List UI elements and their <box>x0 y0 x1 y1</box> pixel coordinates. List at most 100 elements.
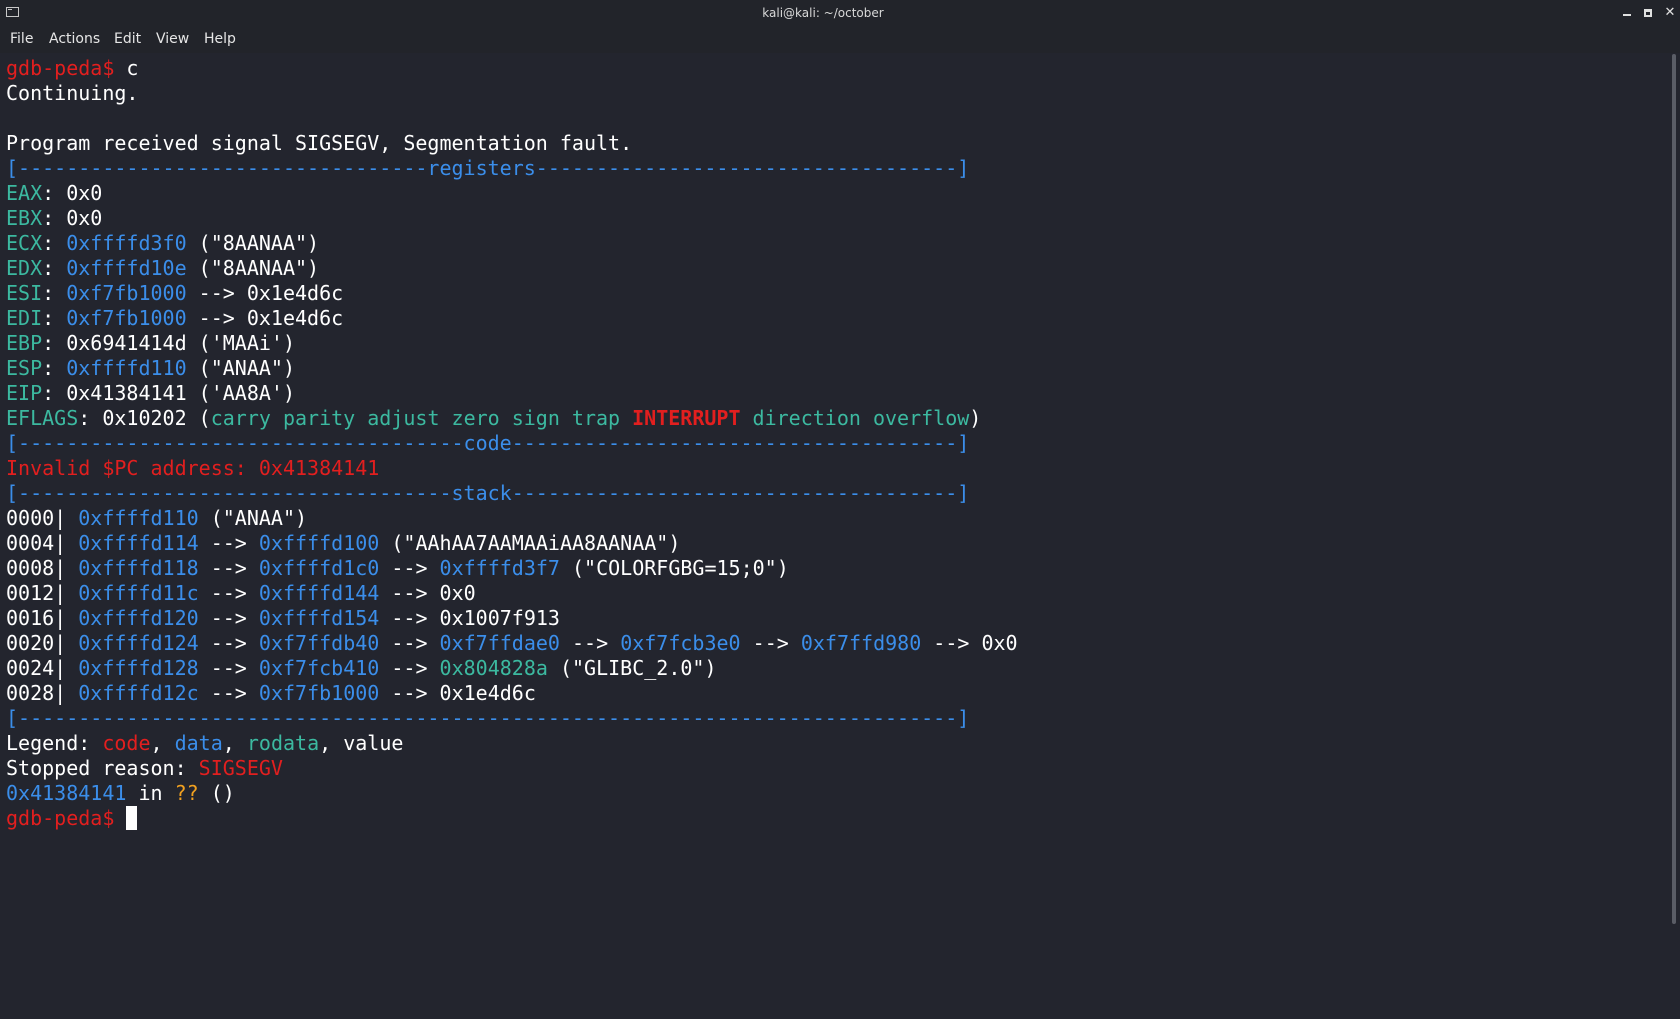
stack-addr-rodata: 0x804828a <box>439 656 548 680</box>
stack-row: 0020| 0xffffd124 --> 0xf7ffdb40 --> 0xf7… <box>6 631 1018 656</box>
maximize-icon <box>1644 9 1652 17</box>
stack-row: 0000| 0xffffd110 ("ANAA") <box>6 506 307 531</box>
stack-addr: 0xffffd100 <box>258 531 380 555</box>
register-eax: EAX: 0x0 <box>6 181 102 206</box>
command: c <box>114 56 139 80</box>
stack-arrow: --> <box>198 606 259 630</box>
stack-tail: ("GLIBC_2.0") <box>547 656 717 680</box>
register-sep: : <box>42 306 67 330</box>
register-ebx: EBX: 0x0 <box>6 206 102 231</box>
register-name: EAX <box>6 181 43 205</box>
register-sep: : <box>42 231 67 255</box>
register-value: --> 0x1e4d6c <box>186 281 344 305</box>
register-name: EIP <box>6 381 43 405</box>
stack-addr: 0xffffd124 <box>78 631 199 655</box>
menu-edit[interactable]: Edit <box>114 31 141 47</box>
register-edx: EDX: 0xffffd10e ("8AANAA") <box>6 256 319 281</box>
legend-label: Legend: <box>6 731 103 755</box>
menu-help[interactable]: Help <box>204 31 236 47</box>
legend-comma: , <box>222 731 247 755</box>
separator-end: [---------------------------------------… <box>6 706 970 730</box>
stack-offset: 0008| <box>6 556 67 580</box>
stack-arrow: --> <box>379 631 440 655</box>
register-value: --> 0x1e4d6c <box>186 306 344 330</box>
stack-offset: 0024| <box>6 656 67 680</box>
register-name: ESP <box>6 356 43 380</box>
register-name: EFLAGS <box>6 406 79 430</box>
register-sep: : <box>42 256 67 280</box>
scrollbar[interactable] <box>1672 54 1676 924</box>
stack-arrow: --> <box>740 631 801 655</box>
eflags-flags-pre: carry parity adjust zero sign trap <box>210 406 633 430</box>
stack-addr: 0xffffd118 <box>78 556 199 580</box>
register-name: ESI <box>6 281 43 305</box>
location-addr: 0x41384141 <box>6 781 127 805</box>
menu-actions[interactable]: Actions <box>49 31 100 47</box>
register-ecx: ECX: 0xffffd3f0 ("8AANAA") <box>6 231 319 256</box>
stack-addr: 0xffffd144 <box>258 581 380 605</box>
maximize-button[interactable] <box>1638 3 1658 23</box>
register-name: EBP <box>6 331 43 355</box>
stack-row: 0004| 0xffffd114 --> 0xffffd100 ("AAhAA7… <box>6 531 680 556</box>
menu-file[interactable]: File <box>10 31 33 47</box>
stack-addr: 0xffffd3f7 <box>439 556 560 580</box>
stack-addr: 0xffffd11c <box>78 581 199 605</box>
stack-addr: 0xffffd154 <box>258 606 380 630</box>
stack-row: 0028| 0xffffd12c --> 0xf7fb1000 --> 0x1e… <box>6 681 536 706</box>
register-esp: ESP: 0xffffd110 ("ANAA") <box>6 356 295 381</box>
stack-addr: 0xf7ffdb40 <box>258 631 380 655</box>
stack-addr: 0xf7ffdae0 <box>439 631 560 655</box>
stack-offset: 0004| <box>6 531 67 555</box>
stack-offset: 0016| <box>6 606 67 630</box>
stack-row: 0024| 0xffffd128 --> 0xf7fcb410 --> 0x80… <box>6 656 717 681</box>
legend-comma: , <box>319 731 344 755</box>
stack-arrow: --> <box>198 656 259 680</box>
stack-tail: ("ANAA") <box>198 506 308 530</box>
invalid-pc-line: Invalid $PC address: 0x41384141 <box>6 456 380 480</box>
stack-arrow: --> <box>198 531 259 555</box>
minimize-icon <box>1623 14 1631 16</box>
window-title: kali@kali: ~/october <box>762 6 884 20</box>
prompt: gdb-peda$ <box>6 806 115 830</box>
register-name: EDX <box>6 256 43 280</box>
stack-addr: 0xffffd120 <box>78 606 199 630</box>
stack-tail: --> 0x0 <box>379 581 476 605</box>
register-name: ECX <box>6 231 43 255</box>
text-cursor <box>126 806 138 830</box>
separator-stack: [------------------------------------sta… <box>6 481 970 505</box>
title-bar[interactable]: kali@kali: ~/october ✕ <box>0 0 1680 27</box>
stack-addr: 0xf7fb1000 <box>258 681 380 705</box>
prompt-line: gdb-peda$ c <box>6 56 138 81</box>
stack-arrow: --> <box>198 556 259 580</box>
register-name: EDI <box>6 306 43 330</box>
final-prompt-line[interactable]: gdb-peda$ <box>6 806 138 831</box>
register-addr: 0xf7fb1000 <box>66 306 187 330</box>
stack-tail: --> 0x1007f913 <box>379 606 560 630</box>
stack-arrow: --> <box>379 656 440 680</box>
prompt: gdb-peda$ <box>6 56 115 80</box>
stack-addr: 0xf7ffd980 <box>800 631 922 655</box>
stack-offset: 0020| <box>6 631 67 655</box>
stack-tail: --> 0x0 <box>921 631 1018 655</box>
stack-addr: 0xf7fcb410 <box>258 656 380 680</box>
close-button[interactable]: ✕ <box>1660 3 1680 23</box>
menu-bar: File Actions Edit View Help <box>0 27 1680 53</box>
terminal-output[interactable]: gdb-peda$ c Continuing. Program received… <box>0 54 1670 1019</box>
location-func: ?? <box>174 781 199 805</box>
minimize-button[interactable] <box>1617 3 1637 23</box>
stack-tail: ("AAhAA7AAMAAiAA8AANAA") <box>379 531 681 555</box>
register-sep: : <box>42 281 67 305</box>
location-args: () <box>198 781 235 805</box>
register-value: ("8AANAA") <box>186 231 320 255</box>
register-edi: EDI: 0xf7fb1000 --> 0x1e4d6c <box>6 306 343 331</box>
stack-addr: 0xffffd1c0 <box>258 556 380 580</box>
menu-view[interactable]: View <box>156 31 189 47</box>
terminal-window: kali@kali: ~/october ✕ File Actions Edit… <box>0 0 1680 1019</box>
register-value: ("8AANAA") <box>186 256 320 280</box>
register-addr: 0xf7fb1000 <box>66 281 187 305</box>
legend-line: Legend: code, data, rodata, value <box>6 731 403 756</box>
register-value: : 0x0 <box>42 181 103 205</box>
stack-arrow: --> <box>379 556 440 580</box>
register-value: : 0x6941414d ('MAAi') <box>42 331 295 355</box>
